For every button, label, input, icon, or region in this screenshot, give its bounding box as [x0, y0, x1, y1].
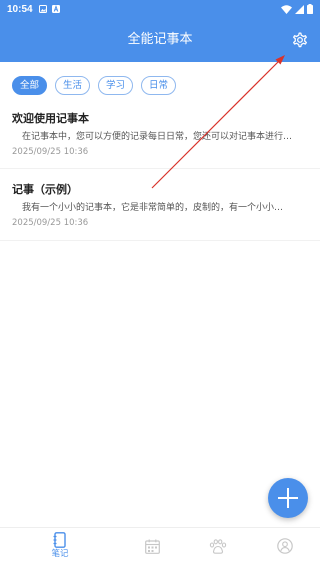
divider [0, 240, 320, 241]
note-preview: 我有一个小小的记事本，它是非常简单的，皮制的，有一个小小… [22, 203, 284, 213]
app-bar: 全能记事本 [0, 18, 320, 62]
nav-label: 笔记 [51, 549, 69, 559]
user-icon [277, 538, 293, 554]
paw-icon [209, 539, 227, 554]
bottom-nav: 笔记 [0, 527, 320, 568]
battery-icon [307, 4, 313, 14]
chip-all[interactable]: 全部 [12, 76, 48, 95]
category-filter-bar: 全部 生活 学习 日常 [12, 76, 177, 95]
notes-content: 全部 生活 学习 日常 欢迎使用记事本 在记事本中，您可以方便的记录每日日常，您… [0, 62, 320, 527]
divider [0, 168, 320, 169]
note-item-welcome[interactable]: 欢迎使用记事本 在记事本中，您可以方便的记录每日日常，您还可以对记事本进行… 2… [0, 112, 320, 158]
add-note-button[interactable] [268, 478, 308, 518]
image-notification-icon [38, 5, 47, 13]
nav-item-notes[interactable]: 笔记 [45, 532, 75, 566]
note-timestamp: 2025/09/25 10:36 [12, 218, 89, 228]
chip-daily[interactable]: 日常 [141, 76, 177, 95]
a-notification-icon [51, 5, 60, 13]
status-time: 10:54 [7, 3, 33, 15]
note-preview: 在记事本中，您可以方便的记录每日日常，您还可以对记事本进行… [22, 132, 293, 142]
notebook-icon [53, 532, 66, 548]
signal-icon [295, 4, 304, 14]
nav-item-pets[interactable] [203, 532, 233, 566]
chip-study[interactable]: 学习 [98, 76, 134, 95]
app-title: 全能记事本 [127, 32, 193, 47]
wifi-icon [281, 4, 292, 14]
chip-life[interactable]: 生活 [55, 76, 91, 95]
nav-item-calendar[interactable] [137, 532, 167, 566]
note-timestamp: 2025/09/25 10:36 [12, 147, 89, 157]
calendar-icon [144, 539, 160, 554]
nav-item-profile[interactable] [270, 532, 300, 566]
gear-icon[interactable] [290, 30, 310, 50]
note-title: 记事（示例） [12, 183, 78, 196]
note-title: 欢迎使用记事本 [12, 112, 89, 125]
note-item-example[interactable]: 记事（示例） 我有一个小小的记事本，它是非常简单的，皮制的，有一个小小… 202… [0, 183, 320, 229]
status-bar: 10:54 [0, 0, 320, 18]
